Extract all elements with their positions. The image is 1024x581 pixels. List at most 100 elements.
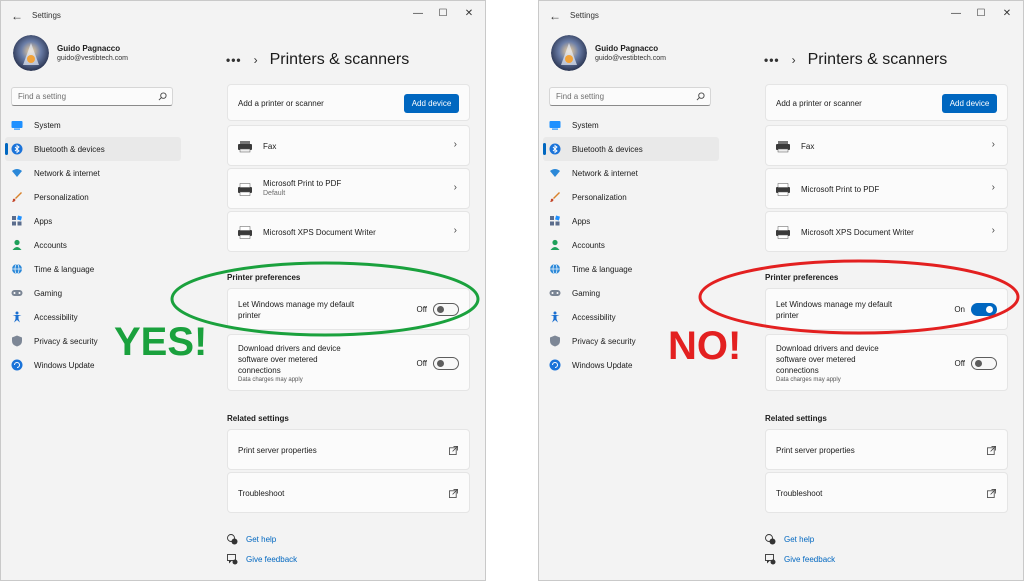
device-row-fax[interactable]: Fax › xyxy=(765,125,1008,166)
add-device-button[interactable]: Add device xyxy=(942,94,997,113)
printer-icon xyxy=(776,226,790,239)
update-icon xyxy=(549,359,561,371)
title-bar: ← Settings — ☐ ✕ xyxy=(1,1,485,31)
sidebar-item-bluetooth[interactable]: Bluetooth & devices xyxy=(5,137,181,161)
profile[interactable]: Guido Pagnacco guido@vestibtech.com xyxy=(13,35,128,71)
search-input[interactable]: Find a setting xyxy=(549,87,711,106)
bluetooth-icon xyxy=(11,143,23,155)
back-arrow-icon[interactable]: ← xyxy=(549,9,563,23)
add-printer-label: Add a printer or scanner xyxy=(238,99,324,108)
manage-default-toggle[interactable] xyxy=(433,303,459,316)
close-icon[interactable]: ✕ xyxy=(1000,7,1014,21)
sidebar-item-time-language[interactable]: Time & language xyxy=(543,257,719,281)
sidebar-item-label: Apps xyxy=(572,216,591,226)
printer-icon xyxy=(238,226,252,239)
print-server-properties-link[interactable]: Print server properties xyxy=(227,429,470,470)
sidebar-item-gaming[interactable]: Gaming xyxy=(543,281,719,305)
related-label: Print server properties xyxy=(776,446,855,455)
avatar xyxy=(13,35,49,71)
person-icon xyxy=(12,239,22,250)
bluetooth-icon xyxy=(549,143,561,155)
minimize-icon[interactable]: — xyxy=(949,7,963,21)
manage-default-state: Off xyxy=(416,305,427,314)
sidebar-item-network[interactable]: Network & internet xyxy=(543,161,719,185)
metered-toggle[interactable] xyxy=(433,357,459,370)
metered-toggle[interactable] xyxy=(971,357,997,370)
search-input[interactable]: Find a setting xyxy=(11,87,173,106)
troubleshoot-link[interactable]: Troubleshoot xyxy=(227,472,470,513)
external-link-icon xyxy=(987,489,996,498)
footer-label: Get help xyxy=(246,535,277,544)
sidebar-item-bluetooth[interactable]: Bluetooth & devices xyxy=(543,137,719,161)
chevron-right-icon: › xyxy=(453,182,457,193)
chevron-right-icon: › xyxy=(453,139,457,150)
breadcrumb-more-button[interactable]: ••• xyxy=(226,53,242,67)
settings-window-left: ← Settings — ☐ ✕ Guido Pagnacco guido@ve… xyxy=(0,0,486,581)
device-row-print-to-pdf[interactable]: Microsoft Print to PDF Default › xyxy=(227,168,470,209)
get-help-link[interactable]: Get help xyxy=(227,534,276,545)
sidebar-item-label: Bluetooth & devices xyxy=(572,144,643,154)
sidebar-item-system[interactable]: System xyxy=(543,113,719,137)
sidebar-item-system[interactable]: System xyxy=(5,113,181,137)
metered-label: Download drivers and device software ove… xyxy=(776,344,879,375)
breadcrumb-more-button[interactable]: ••• xyxy=(764,53,780,67)
sidebar-item-personalization[interactable]: Personalization xyxy=(5,185,181,209)
profile-name: Guido Pagnacco xyxy=(595,44,659,53)
sidebar-item-label: Windows Update xyxy=(34,360,95,370)
breadcrumb: ••• › Printers & scanners xyxy=(764,49,947,71)
system-icon xyxy=(11,121,23,130)
wifi-icon xyxy=(550,169,560,177)
gamepad-icon xyxy=(549,290,561,296)
sidebar-item-apps[interactable]: Apps xyxy=(543,209,719,233)
globe-clock-icon xyxy=(550,263,560,275)
maximize-icon[interactable]: ☐ xyxy=(436,7,450,21)
title-bar: ← Settings — ☐ ✕ xyxy=(539,1,1023,31)
sidebar-item-label: Privacy & security xyxy=(572,336,636,346)
brush-icon xyxy=(550,192,560,202)
minimize-icon[interactable]: — xyxy=(411,7,425,21)
print-server-properties-link[interactable]: Print server properties xyxy=(765,429,1008,470)
sidebar-item-time-language[interactable]: Time & language xyxy=(5,257,181,281)
maximize-icon[interactable]: ☐ xyxy=(974,7,988,21)
sidebar-item-gaming[interactable]: Gaming xyxy=(5,281,181,305)
footer-label: Give feedback xyxy=(246,555,298,564)
add-printer-label: Add a printer or scanner xyxy=(776,99,862,108)
chevron-right-icon: › xyxy=(991,139,995,150)
get-help-link[interactable]: Get help xyxy=(765,534,814,545)
add-device-button[interactable]: Add device xyxy=(404,94,459,113)
device-row-fax[interactable]: Fax › xyxy=(227,125,470,166)
give-feedback-link[interactable]: Give feedback xyxy=(765,554,835,565)
give-feedback-link[interactable]: Give feedback xyxy=(227,554,297,565)
add-printer-card: Add a printer or scanner Add device xyxy=(765,84,1008,121)
back-arrow-icon[interactable]: ← xyxy=(11,9,25,23)
device-row-xps-writer[interactable]: Microsoft XPS Document Writer › xyxy=(227,211,470,252)
device-name: Microsoft XPS Document Writer xyxy=(801,228,914,237)
brush-icon xyxy=(12,192,22,202)
sidebar-item-network[interactable]: Network & internet xyxy=(5,161,181,185)
accessibility-icon xyxy=(550,311,560,323)
close-icon[interactable]: ✕ xyxy=(462,7,476,21)
external-link-icon xyxy=(987,446,996,455)
metered-note: Data charges may apply xyxy=(238,377,303,383)
sidebar-item-label: Accessibility xyxy=(572,312,616,322)
sidebar-item-label: Time & language xyxy=(572,264,633,274)
metered-state: Off xyxy=(954,359,965,368)
sidebar-item-personalization[interactable]: Personalization xyxy=(543,185,719,209)
footer-label: Get help xyxy=(784,535,815,544)
sidebar-item-apps[interactable]: Apps xyxy=(5,209,181,233)
printer-preferences-heading: Printer preferences xyxy=(765,273,839,282)
footer-label: Give feedback xyxy=(784,555,836,564)
manage-default-toggle[interactable] xyxy=(971,303,997,316)
apps-icon xyxy=(550,215,560,226)
feedback-icon xyxy=(765,554,776,565)
device-row-print-to-pdf[interactable]: Microsoft Print to PDF › xyxy=(765,168,1008,209)
fax-icon xyxy=(776,141,790,153)
troubleshoot-link[interactable]: Troubleshoot xyxy=(765,472,1008,513)
profile[interactable]: Guido Pagnacco guido@vestibtech.com xyxy=(551,35,666,71)
sidebar-item-accounts[interactable]: Accounts xyxy=(543,233,719,257)
sidebar-item-label: Network & internet xyxy=(34,168,100,178)
person-icon xyxy=(550,239,560,250)
device-row-xps-writer[interactable]: Microsoft XPS Document Writer › xyxy=(765,211,1008,252)
sidebar-item-accounts[interactable]: Accounts xyxy=(5,233,181,257)
help-icon xyxy=(227,534,238,545)
